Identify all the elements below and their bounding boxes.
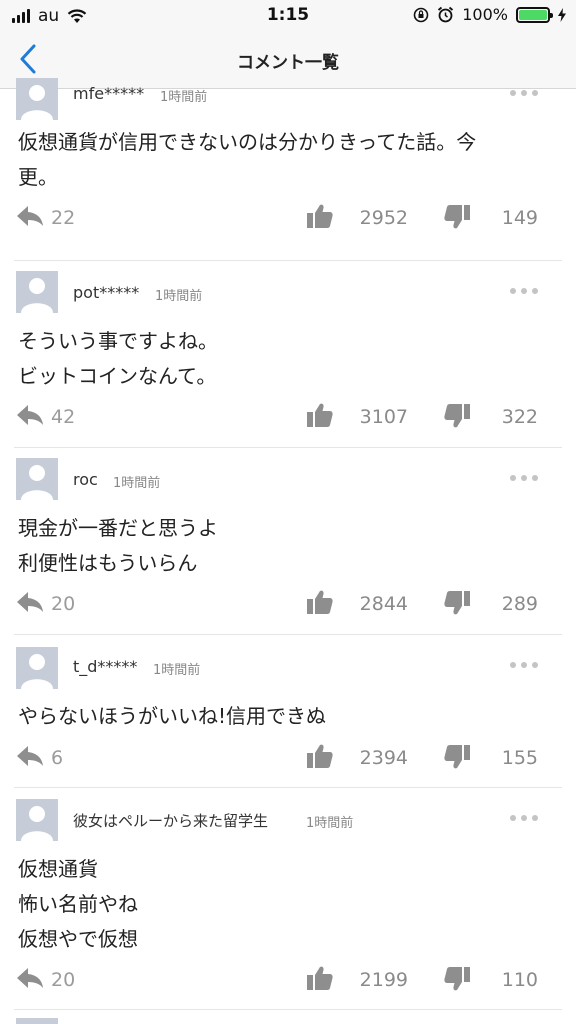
comment-username[interactable]: roc — [73, 470, 98, 489]
orientation-lock-icon — [413, 7, 429, 22]
comment-line: やらないほうがいいね!信用できぬ — [18, 704, 327, 728]
thumbs-down-icon[interactable] — [444, 205, 470, 229]
dislike-count[interactable]: 322 — [502, 406, 538, 428]
alarm-icon — [438, 6, 454, 23]
comment-item: 彼女はペルーから来た留学生 1時間前 仮想通貨 怖い名前やね 仮想やで仮想 20… — [0, 799, 576, 1014]
thumbs-up-icon[interactable] — [307, 966, 333, 990]
thumbs-up-icon[interactable] — [307, 204, 333, 228]
divider — [14, 634, 562, 635]
dislike-count[interactable]: 110 — [502, 969, 538, 991]
page-title: コメント一覧 — [237, 53, 339, 73]
status-right: 100% — [413, 5, 566, 24]
divider — [14, 447, 562, 448]
comment-actions: 20 2844 289 — [0, 589, 576, 619]
comment-body: 仮想通貨 怖い名前やね 仮想やで仮想 — [18, 852, 538, 957]
like-count[interactable]: 2844 — [360, 593, 408, 615]
reply-count[interactable]: 20 — [51, 969, 75, 991]
reply-icon[interactable] — [16, 967, 44, 989]
comment-line: 利便性はもういらん — [18, 551, 198, 575]
divider — [14, 1009, 562, 1010]
comment-time: 1時間前 — [113, 476, 161, 491]
comment-line: そういう事ですよね。 — [18, 329, 218, 353]
comment-username[interactable]: t_d***** — [73, 657, 137, 676]
avatar[interactable] — [16, 271, 58, 313]
like-count[interactable]: 2952 — [360, 207, 408, 229]
comment-username[interactable]: pot***** — [73, 283, 139, 302]
comment-body: やらないほうがいいね!信用できぬ — [18, 699, 538, 734]
avatar[interactable] — [16, 78, 58, 120]
more-options-icon[interactable] — [510, 90, 538, 96]
comment-line: ビットコインなんて。 — [18, 364, 217, 388]
comment-actions: 22 2952 149 — [0, 203, 576, 233]
comment-actions: 6 2394 155 — [0, 743, 576, 773]
dislike-count[interactable]: 149 — [502, 207, 538, 229]
comment-actions: 20 2199 110 — [0, 965, 576, 995]
thumbs-down-icon[interactable] — [444, 967, 470, 991]
comment-username[interactable]: mfe***** — [73, 84, 144, 103]
thumbs-up-icon[interactable] — [307, 403, 333, 427]
comment-line: 現金が一番だと思うよ — [18, 516, 218, 540]
more-options-icon[interactable] — [510, 475, 538, 481]
reply-count[interactable]: 22 — [51, 207, 75, 229]
divider — [14, 260, 562, 261]
reply-icon[interactable] — [16, 591, 44, 613]
more-options-icon[interactable] — [510, 662, 538, 668]
reply-icon[interactable] — [16, 404, 44, 426]
comment-line: 仮想通貨が信用できないのは分かりきってた話。今 — [18, 130, 477, 154]
comment-time: 1時間前 — [155, 289, 203, 304]
battery-percent: 100% — [462, 5, 508, 24]
comment-username[interactable]: 彼女はペルーから来た留学生 — [73, 810, 268, 831]
avatar[interactable] — [16, 458, 58, 500]
comment-time: 1時間前 — [153, 663, 201, 678]
avatar[interactable] — [16, 647, 58, 689]
reply-count[interactable]: 6 — [51, 747, 63, 769]
thumbs-up-icon[interactable] — [307, 744, 333, 768]
comment-line: 仮想やで仮想 — [18, 927, 138, 951]
thumbs-down-icon[interactable] — [444, 591, 470, 615]
reply-count[interactable]: 20 — [51, 593, 75, 615]
battery-icon — [516, 6, 553, 23]
more-options-icon[interactable] — [510, 288, 538, 294]
comment-time: 1時間前 — [160, 90, 208, 105]
avatar[interactable] — [16, 1018, 58, 1024]
comment-body: そういう事ですよね。 ビットコインなんて。 — [18, 324, 538, 394]
reply-count[interactable]: 42 — [51, 406, 75, 428]
comment-line: 怖い名前やね — [18, 892, 138, 916]
comment-item: pot***** 1時間前 そういう事ですよね。 ビットコインなんて。 42 3… — [0, 271, 576, 451]
like-count[interactable]: 2199 — [360, 969, 408, 991]
like-count[interactable]: 2394 — [360, 747, 408, 769]
status-bar: au 1:15 100% — [0, 0, 576, 30]
charging-icon — [558, 7, 566, 22]
reply-icon[interactable] — [16, 745, 44, 767]
thumbs-down-icon[interactable] — [444, 404, 470, 428]
thumbs-up-icon[interactable] — [307, 590, 333, 614]
comment-body: 仮想通貨が信用できないのは分かりきってた話。今 更。 — [18, 125, 538, 195]
dislike-count[interactable]: 289 — [502, 593, 538, 615]
thumbs-down-icon[interactable] — [444, 745, 470, 769]
comment-body: 現金が一番だと思うよ 利便性はもういらん — [18, 511, 538, 581]
dislike-count[interactable]: 155 — [502, 747, 538, 769]
reply-icon[interactable] — [16, 205, 44, 227]
comment-actions: 42 3107 322 — [0, 402, 576, 432]
comment-time: 1時間前 — [306, 816, 354, 831]
divider — [14, 787, 562, 788]
more-options-icon[interactable] — [510, 815, 538, 821]
comment-line: 仮想通貨 — [18, 857, 98, 881]
comment-line: 更。 — [18, 165, 58, 189]
comment-item: t_d***** 1時間前 やらないほうがいいね!信用できぬ 6 2394 15… — [0, 647, 576, 787]
avatar[interactable] — [16, 799, 58, 841]
like-count[interactable]: 3107 — [360, 406, 408, 428]
comment-item: mfe***** 1時間前 仮想通貨が信用できないのは分かりきってた話。今 更。… — [0, 78, 576, 259]
comment-item: roc 1時間前 現金が一番だと思うよ 利便性はもういらん 20 2844 28… — [0, 458, 576, 638]
